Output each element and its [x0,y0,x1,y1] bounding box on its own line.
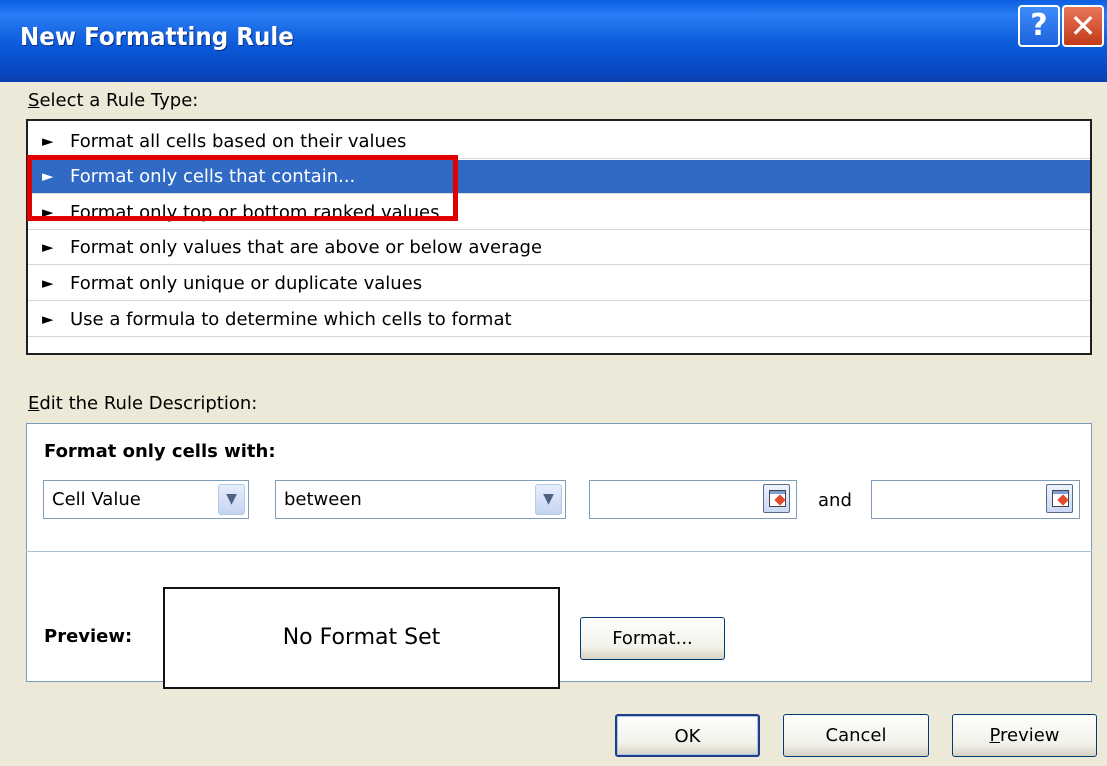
rule-type-item[interactable]: ► Format only unique or duplicate values [28,267,1090,301]
ok-button[interactable]: OK [615,714,760,757]
and-label: and [818,490,852,511]
expand-arrow-icon: ► [42,238,54,256]
range-select-icon[interactable] [1046,484,1073,513]
expand-arrow-icon: ► [42,310,54,328]
preview-button[interactable]: Preview [952,714,1097,757]
close-icon[interactable]: ✕ [1062,5,1104,47]
range-select-icon[interactable] [763,484,790,513]
condition-heading: Format only cells with: [44,441,276,462]
expand-arrow-icon: ► [42,132,54,150]
rule-type-label: Select a Rule Type: [28,90,199,111]
preview-label: Preview: [44,626,133,647]
operator-select[interactable]: between ▼ [275,480,566,519]
format-button[interactable]: Format... [580,617,725,660]
format-preview: No Format Set [163,587,560,689]
rule-type-item[interactable]: ► Format all cells based on their values [28,125,1090,159]
help-icon[interactable]: ? [1018,5,1060,47]
divider [26,551,1092,552]
highlight-annotation [27,155,458,221]
value-to-input[interactable] [871,480,1080,519]
value-from-input[interactable] [589,480,797,519]
expand-arrow-icon: ► [42,274,54,292]
rule-type-item[interactable]: ► Format only values that are above or b… [28,231,1090,265]
rule-type-item[interactable]: ► Use a formula to determine which cells… [28,303,1090,337]
rule-description-label: Edit the Rule Description: [28,393,258,414]
chevron-down-icon[interactable]: ▼ [218,484,245,515]
cell-value-select[interactable]: Cell Value ▼ [43,480,249,519]
chevron-down-icon[interactable]: ▼ [535,484,562,515]
cancel-button[interactable]: Cancel [783,714,929,757]
window-title: New Formatting Rule [20,22,294,51]
title-bar: New Formatting Rule ? ✕ [0,0,1107,82]
